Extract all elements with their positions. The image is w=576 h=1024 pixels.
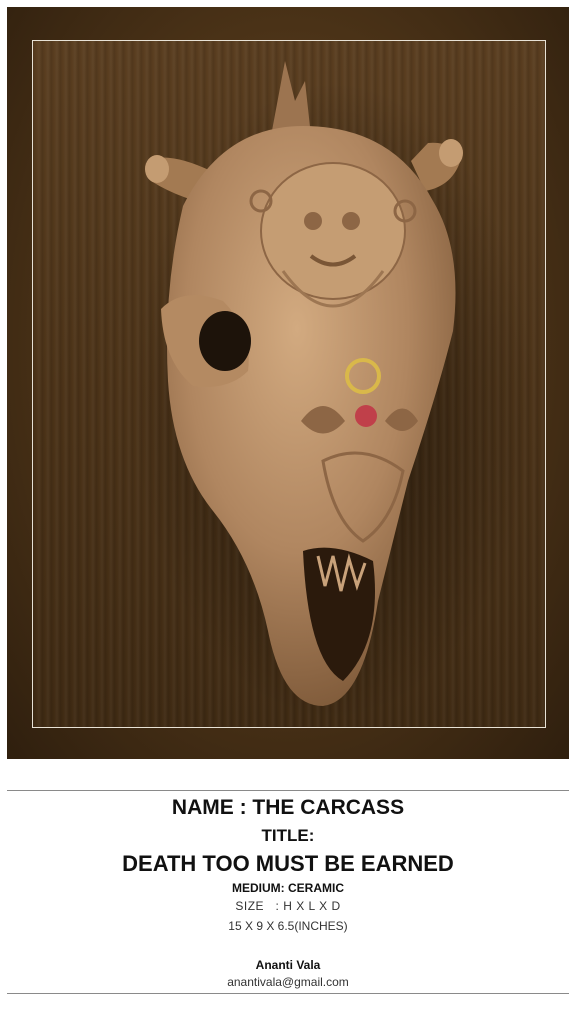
top-divider bbox=[7, 790, 569, 791]
skull-sculpture-image bbox=[133, 61, 533, 721]
artwork-dimensions: 15 X 9 X 6.5(INCHES) bbox=[228, 919, 348, 933]
artwork-photo-frame bbox=[7, 7, 569, 759]
artwork-name: NAME : THE CARCASS bbox=[171, 796, 405, 819]
artist-name: Ananti Vala bbox=[255, 958, 321, 972]
bottom-divider bbox=[7, 993, 569, 994]
artwork-medium: MEDIUM: CERAMIC bbox=[232, 881, 344, 895]
artwork-photo bbox=[32, 40, 546, 728]
artwork-title: DEATH TOO MUST BE EARNED bbox=[122, 851, 454, 876]
artwork-size-label: SIZE : H X L X D bbox=[235, 899, 341, 913]
title-label: TITLE: bbox=[261, 826, 315, 845]
artist-email[interactable]: anantivala@gmail.com bbox=[0, 975, 576, 989]
